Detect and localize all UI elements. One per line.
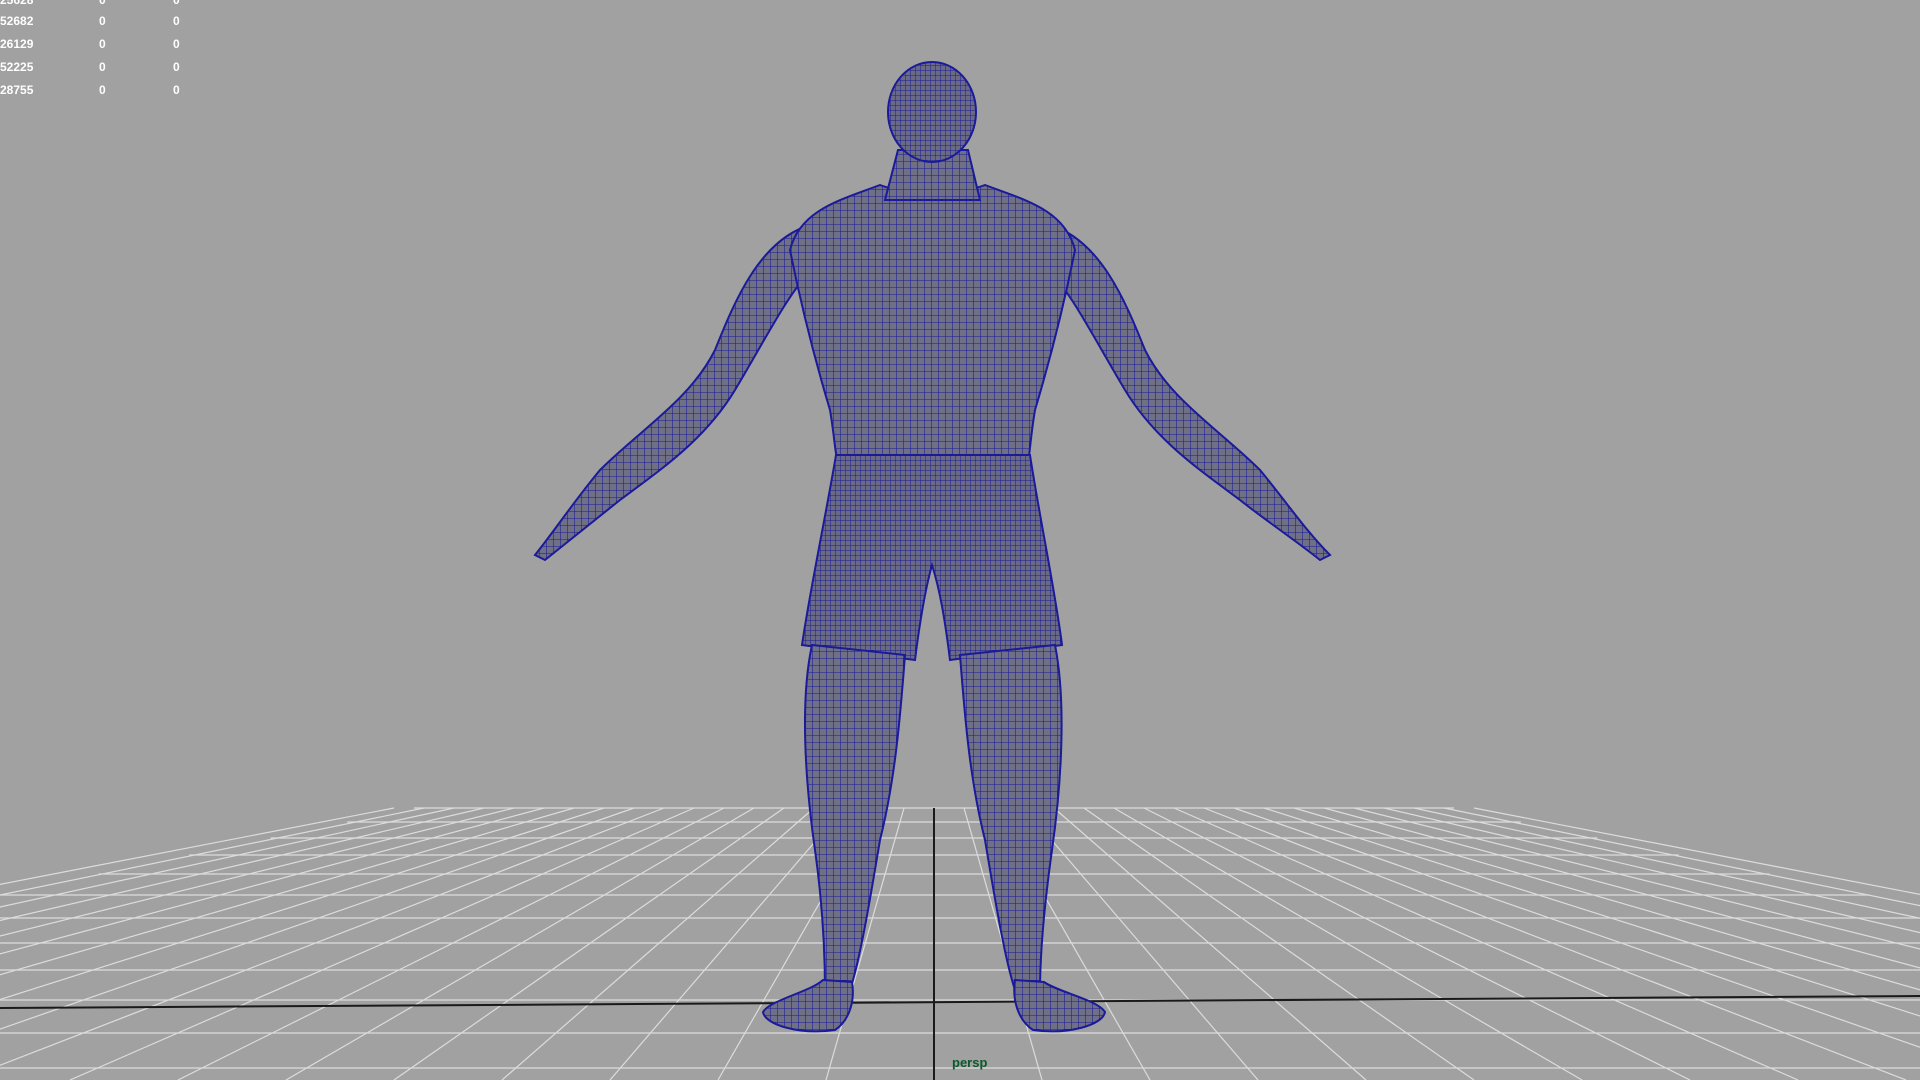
hud-row: 25628 0 0 — [0, 0, 200, 10]
hud-value: 0 — [99, 83, 106, 97]
hud-value: 0 — [99, 14, 106, 28]
grid-line — [69, 807, 695, 1080]
maya-viewport[interactable]: 25628 0 0 52682 0 0 26129 0 0 52225 0 0 28755 0 0 pers… — [0, 0, 1920, 1080]
grid-line — [1233, 807, 1920, 1048]
grid-line — [0, 807, 485, 922]
viewport-scene[interactable] — [0, 0, 1920, 1080]
grid-line — [0, 807, 395, 885]
grid-line — [0, 807, 545, 955]
grid-line — [0, 807, 605, 1001]
grid-line — [1353, 807, 1920, 950]
grid-line — [177, 807, 725, 1080]
hud-value: 0 — [173, 37, 180, 51]
grid-line — [1023, 807, 1259, 1080]
grid-line — [1053, 807, 1367, 1080]
hud-value: 52682 — [0, 14, 34, 28]
hud-value: 0 — [99, 37, 106, 51]
grid-line — [1473, 807, 1920, 896]
hud-value: 52225 — [0, 60, 34, 74]
grid-line — [1143, 807, 1691, 1080]
character-mesh — [533, 61, 1332, 1033]
grid-line — [393, 807, 785, 1080]
grid-line — [1203, 807, 1907, 1080]
grid-line — [1413, 807, 1920, 919]
hud-value: 0 — [173, 83, 180, 97]
grid-line — [1263, 807, 1920, 1017]
hud-value: 0 — [173, 14, 180, 28]
hud-value: 26129 — [0, 37, 34, 51]
hud-value: 25628 — [0, 0, 34, 7]
grid-line — [0, 807, 635, 1030]
camera-name-label: persp — [952, 1055, 988, 1070]
hud-value: 28755 — [0, 83, 34, 97]
hud-value: 0 — [173, 60, 180, 74]
grid-line — [1323, 807, 1920, 969]
hud-row: 52225 0 0 — [0, 61, 200, 77]
hud-value: 0 — [99, 60, 106, 74]
grid-line — [1173, 807, 1799, 1080]
hud-row: 52682 0 0 — [0, 15, 200, 31]
grid-line — [1113, 807, 1583, 1080]
grid-line — [1083, 807, 1475, 1080]
grid-line — [285, 807, 755, 1080]
grid-line — [0, 807, 425, 896]
grid-line — [609, 807, 845, 1080]
grid-line — [0, 807, 515, 937]
hud-row: 28755 0 0 — [0, 84, 200, 100]
grid-line — [1383, 807, 1920, 934]
grid-line — [501, 807, 815, 1080]
hud-row: 26129 0 0 — [0, 38, 200, 54]
hud-value: 0 — [173, 0, 180, 7]
ground-grid — [0, 807, 1920, 1080]
hud-value: 0 — [99, 0, 106, 7]
grid-line — [0, 807, 575, 976]
grid-axis-x — [0, 995, 1920, 1009]
grid-line — [0, 807, 665, 1066]
